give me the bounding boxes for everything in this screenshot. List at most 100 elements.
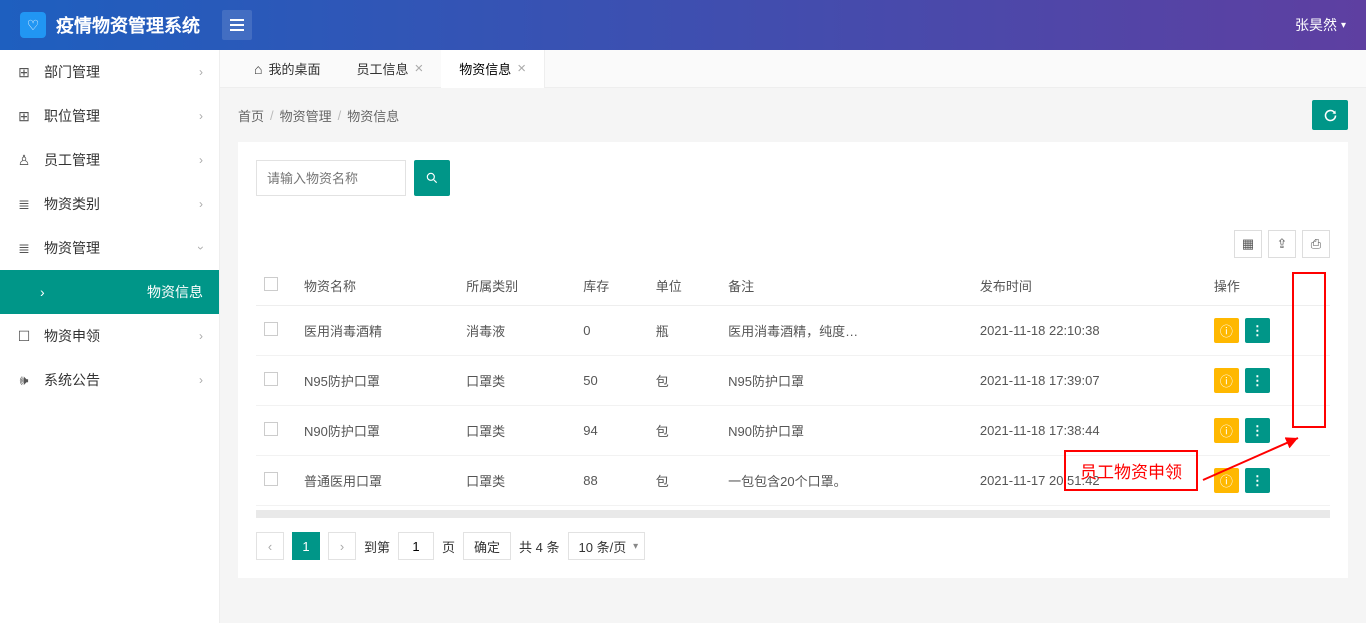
cell-unit: 瓶 bbox=[648, 306, 720, 356]
breadcrumb: 首页/ 物资管理/ 物资信息 bbox=[220, 88, 1366, 142]
row-checkbox[interactable] bbox=[264, 422, 278, 436]
row-checkbox[interactable] bbox=[264, 372, 278, 386]
print-icon: ⎙ bbox=[1311, 236, 1321, 252]
grid-icon: ▦ bbox=[1242, 236, 1254, 252]
table-row: 医用消毒酒精消毒液0瓶医用消毒酒精，纯度…2021-11-18 22:10:38… bbox=[256, 306, 1330, 356]
more-icon: ⋮ bbox=[1251, 473, 1264, 489]
info-icon: ⓘ bbox=[1220, 371, 1233, 390]
cell-stock: 88 bbox=[575, 456, 647, 506]
sidebar-toggle-button[interactable] bbox=[222, 10, 252, 40]
more-button[interactable]: ⋮ bbox=[1245, 368, 1270, 393]
tab-home[interactable]: ⌂我的桌面 bbox=[236, 50, 338, 88]
col-header: 备注 bbox=[720, 266, 972, 306]
apply-button[interactable]: ⓘ bbox=[1214, 418, 1239, 443]
more-button[interactable]: ⋮ bbox=[1245, 468, 1270, 493]
apply-button[interactable]: ⓘ bbox=[1214, 318, 1239, 343]
more-icon: ⋮ bbox=[1251, 373, 1264, 389]
cell-name: N90防护口罩 bbox=[296, 406, 458, 456]
tab-employee-info[interactable]: 员工信息× bbox=[338, 50, 441, 88]
col-header: 单位 bbox=[648, 266, 720, 306]
shield-heart-icon: ♡ bbox=[20, 12, 46, 38]
cell-name: 医用消毒酒精 bbox=[296, 306, 458, 356]
per-page-select[interactable]: 10 条/页 bbox=[568, 532, 646, 560]
user-name: 张昊然 bbox=[1295, 15, 1337, 35]
cell-time: 2021-11-18 22:10:38 bbox=[972, 306, 1206, 356]
apply-button[interactable]: ⓘ bbox=[1214, 368, 1239, 393]
info-icon: ⓘ bbox=[1220, 421, 1233, 440]
goto-confirm-button[interactable]: 确定 bbox=[463, 532, 511, 560]
cell-category: 口罩类 bbox=[458, 456, 575, 506]
next-page-button[interactable]: › bbox=[328, 532, 356, 560]
apply-button[interactable]: ⓘ bbox=[1214, 468, 1239, 493]
sidebar-item-material-mgmt[interactable]: ≣物资管理› bbox=[0, 226, 219, 270]
annotation-box bbox=[1292, 272, 1326, 428]
cell-stock: 94 bbox=[575, 406, 647, 456]
table-row: N95防护口罩口罩类50包N95防护口罩2021-11-18 17:39:07ⓘ… bbox=[256, 356, 1330, 406]
cell-remark: 医用消毒酒精，纯度… bbox=[720, 306, 972, 356]
refresh-button[interactable] bbox=[1312, 100, 1348, 130]
tab-bar: ⌂我的桌面 员工信息× 物资信息× bbox=[220, 50, 1366, 88]
columns-button[interactable]: ▦ bbox=[1234, 230, 1262, 258]
cell-name: 普通医用口罩 bbox=[296, 456, 458, 506]
sidebar-item-employee[interactable]: ♙员工管理› bbox=[0, 138, 219, 182]
close-icon[interactable]: × bbox=[415, 60, 424, 77]
col-header: 物资名称 bbox=[296, 266, 458, 306]
cell-time: 2021-11-18 17:38:44 bbox=[972, 406, 1206, 456]
cell-unit: 包 bbox=[648, 356, 720, 406]
app-header: ♡ 疫情物资管理系统 张昊然 ▾ bbox=[0, 0, 1366, 50]
more-button[interactable]: ⋮ bbox=[1245, 418, 1270, 443]
sidebar-sub-material-info[interactable]: ›物资信息 bbox=[0, 270, 219, 314]
sidebar: ⊞部门管理› ⊞职位管理› ♙员工管理› ≣物资类别› ≣物资管理› ›物资信息… bbox=[0, 50, 220, 623]
search-icon bbox=[425, 171, 439, 185]
prev-page-button[interactable]: ‹ bbox=[256, 532, 284, 560]
cell-category: 消毒液 bbox=[458, 306, 575, 356]
sidebar-item-apply[interactable]: ☐物资申领› bbox=[0, 314, 219, 358]
goto-label: 到第 bbox=[364, 537, 390, 556]
cell-category: 口罩类 bbox=[458, 356, 575, 406]
row-checkbox[interactable] bbox=[264, 322, 278, 336]
cell-category: 口罩类 bbox=[458, 406, 575, 456]
col-header bbox=[256, 266, 296, 306]
caret-down-icon: ▾ bbox=[1341, 20, 1346, 31]
horizontal-scrollbar[interactable] bbox=[256, 510, 1330, 518]
cell-name: N95防护口罩 bbox=[296, 356, 458, 406]
export-button[interactable]: ⇪ bbox=[1268, 230, 1296, 258]
close-icon[interactable]: × bbox=[517, 60, 526, 77]
table-row: N90防护口罩口罩类94包N90防护口罩2021-11-18 17:38:44ⓘ… bbox=[256, 406, 1330, 456]
cell-unit: 包 bbox=[648, 456, 720, 506]
logo: ♡ 疫情物资管理系统 bbox=[20, 12, 200, 38]
page-unit: 页 bbox=[442, 537, 455, 556]
cell-remark: 一包包含20个口罩。 bbox=[720, 456, 972, 506]
print-button[interactable]: ⎙ bbox=[1302, 230, 1330, 258]
page-1-button[interactable]: 1 bbox=[292, 532, 320, 560]
more-icon: ⋮ bbox=[1251, 323, 1264, 339]
row-checkbox[interactable] bbox=[264, 472, 278, 486]
select-all-checkbox[interactable] bbox=[264, 277, 278, 291]
cell-time: 2021-11-18 17:39:07 bbox=[972, 356, 1206, 406]
sidebar-item-notice[interactable]: 🕪系统公告› bbox=[0, 358, 219, 402]
pagination: ‹ 1 › 到第 页 确定 共 4 条 10 条/页 bbox=[256, 532, 1330, 560]
refresh-icon bbox=[1323, 108, 1338, 123]
tab-material-info[interactable]: 物资信息× bbox=[441, 50, 545, 88]
sidebar-item-dept[interactable]: ⊞部门管理› bbox=[0, 50, 219, 94]
content-card: ▦ ⇪ ⎙ 物资名称所属类别库存单位备注发布时间操作 医用消毒酒精消毒液0瓶医用… bbox=[238, 142, 1348, 578]
user-menu[interactable]: 张昊然 ▾ bbox=[1295, 15, 1346, 35]
export-icon: ⇪ bbox=[1277, 236, 1288, 252]
col-header: 发布时间 bbox=[972, 266, 1206, 306]
goto-page-input[interactable] bbox=[398, 532, 434, 560]
sidebar-item-category[interactable]: ≣物资类别› bbox=[0, 182, 219, 226]
col-header: 所属类别 bbox=[458, 266, 575, 306]
search-input[interactable] bbox=[256, 160, 406, 196]
info-icon: ⓘ bbox=[1220, 321, 1233, 340]
sidebar-item-position[interactable]: ⊞职位管理› bbox=[0, 94, 219, 138]
annotation-label: 员工物资申领 bbox=[1064, 450, 1198, 491]
col-header: 库存 bbox=[575, 266, 647, 306]
search-button[interactable] bbox=[414, 160, 450, 196]
info-icon: ⓘ bbox=[1220, 471, 1233, 490]
cell-unit: 包 bbox=[648, 406, 720, 456]
cell-remark: N90防护口罩 bbox=[720, 406, 972, 456]
home-icon: ⌂ bbox=[254, 61, 262, 77]
cell-remark: N95防护口罩 bbox=[720, 356, 972, 406]
more-button[interactable]: ⋮ bbox=[1245, 318, 1270, 343]
app-title: 疫情物资管理系统 bbox=[56, 12, 200, 38]
